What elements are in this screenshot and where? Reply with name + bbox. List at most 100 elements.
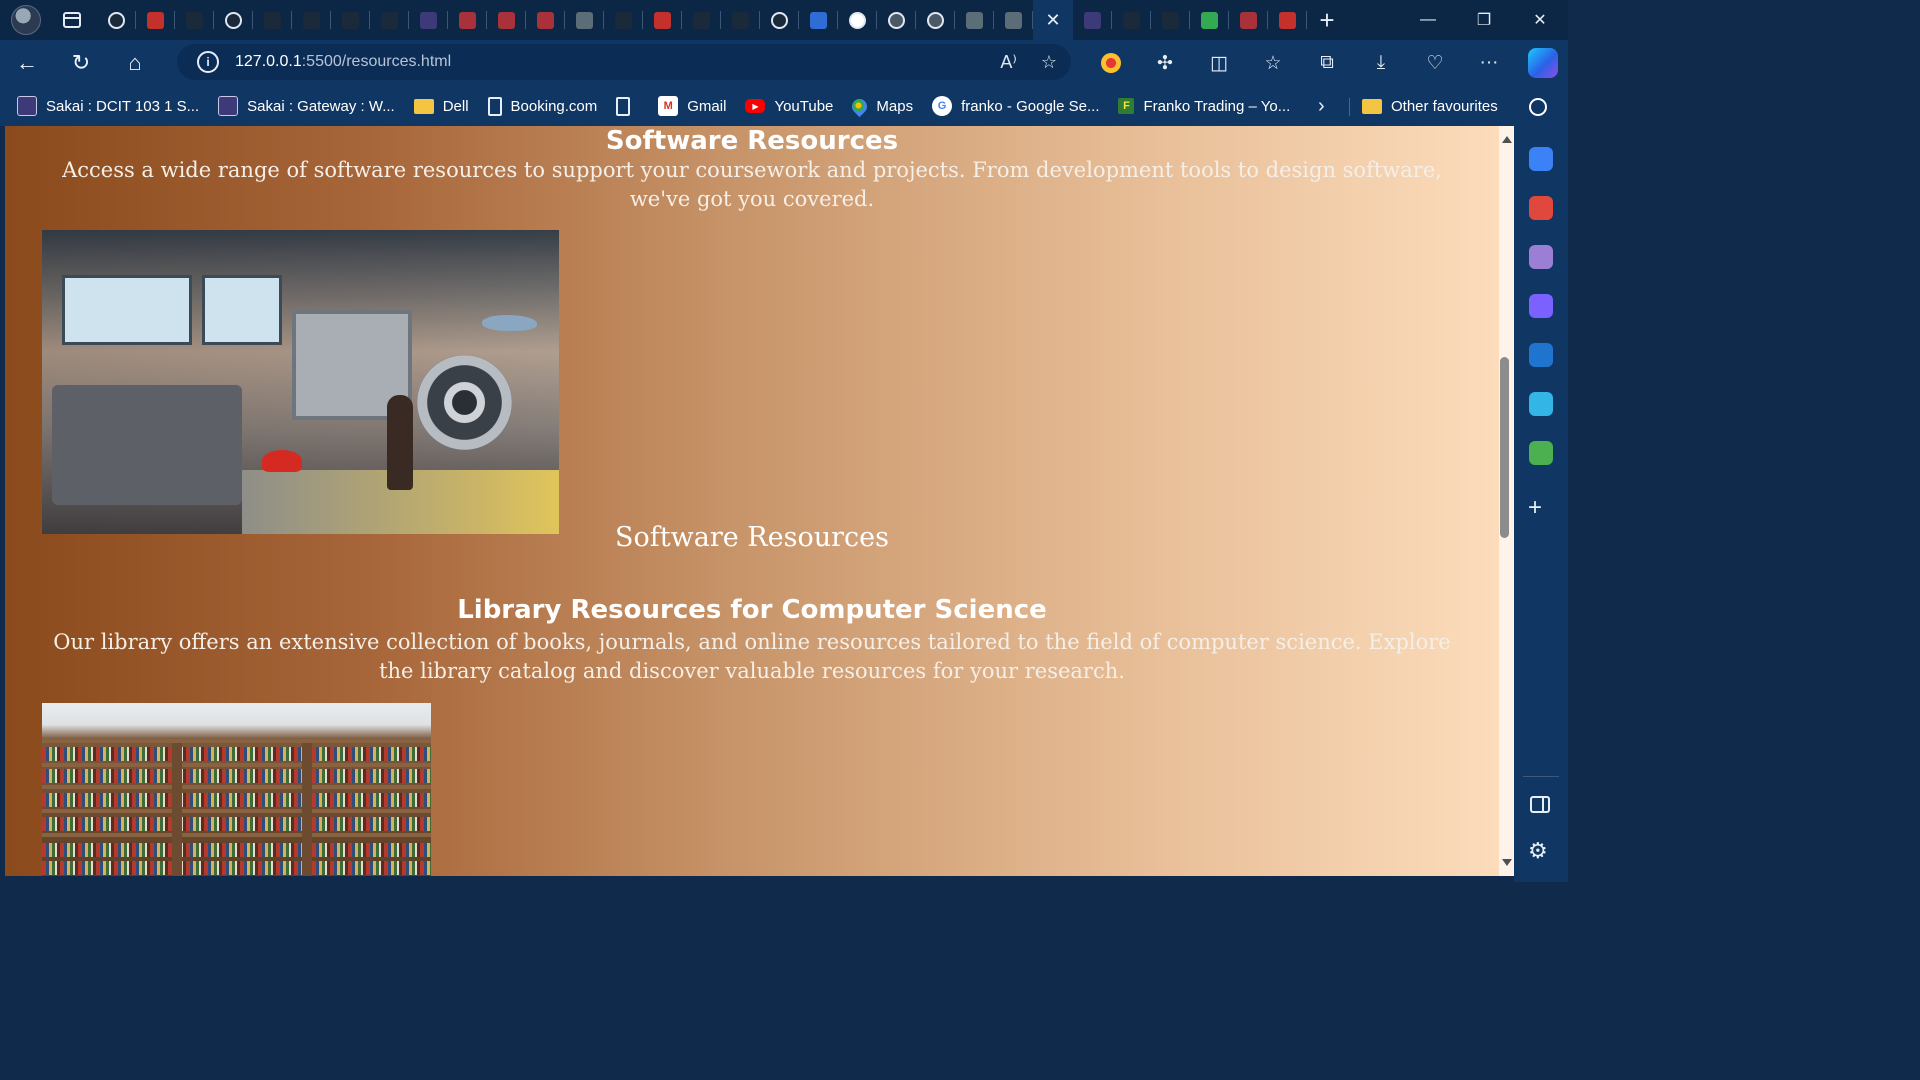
- browser-essentials-icon[interactable]: ♡: [1408, 40, 1462, 86]
- browser-tab[interactable]: [643, 0, 682, 40]
- favourite-link[interactable]: Gfranko - Google Se...: [932, 86, 1099, 126]
- browser-tab[interactable]: [214, 0, 253, 40]
- favourite-link[interactable]: Sakai : Gateway : W...: [218, 86, 395, 126]
- favourite-link[interactable]: Sakai : DCIT 103 1 S...: [17, 86, 199, 126]
- extension-icon[interactable]: [1084, 40, 1138, 86]
- collections-icon[interactable]: ⧉: [1300, 40, 1354, 86]
- address-bar[interactable]: i 127.0.0.1:5500/resources.html A⁾ ☆: [177, 44, 1071, 80]
- scroll-up-arrow-icon[interactable]: [1502, 136, 1512, 143]
- browser-tab[interactable]: [409, 0, 448, 40]
- search-icon: [1162, 11, 1179, 29]
- home-button[interactable]: ⌂: [108, 40, 162, 86]
- browser-tab[interactable]: [799, 0, 838, 40]
- copilot-icon[interactable]: [1529, 294, 1553, 318]
- toolbox-icon[interactable]: [1529, 196, 1553, 220]
- browser-tab[interactable]: [682, 0, 721, 40]
- sidebar-settings-icon[interactable]: ⚙: [1528, 838, 1548, 864]
- split-screen-icon[interactable]: ◫: [1192, 40, 1246, 86]
- restore-button[interactable]: ❐: [1456, 0, 1512, 40]
- browser-tab[interactable]: [1229, 0, 1268, 40]
- url-text[interactable]: 127.0.0.1:5500/resources.html: [235, 53, 451, 71]
- browser-tab[interactable]: [955, 0, 994, 40]
- add-sidebar-app-icon[interactable]: +: [1528, 496, 1542, 520]
- sakai-icon: [1084, 11, 1101, 29]
- browser-tab[interactable]: [253, 0, 292, 40]
- scroll-down-arrow-icon[interactable]: [1502, 859, 1512, 866]
- send-icon[interactable]: [1529, 392, 1553, 416]
- browser-tab[interactable]: [526, 0, 565, 40]
- page-scrollbar[interactable]: [1499, 126, 1514, 876]
- browser-tab[interactable]: [760, 0, 799, 40]
- browser-tab[interactable]: [331, 0, 370, 40]
- library-image: [42, 703, 431, 876]
- browser-tab[interactable]: [370, 0, 409, 40]
- site-info-icon[interactable]: i: [197, 51, 219, 73]
- library-column: [172, 743, 182, 876]
- shelf-band: [42, 785, 431, 789]
- browser-tab[interactable]: ✕: [1033, 0, 1073, 40]
- browser-tab[interactable]: [487, 0, 526, 40]
- favourite-link[interactable]: M Gmail: [658, 86, 726, 126]
- favourite-link[interactable]: Maps: [849, 86, 913, 126]
- lab-wheel: [417, 355, 512, 450]
- browser-tab[interactable]: [1151, 0, 1190, 40]
- browser-tab[interactable]: [1268, 0, 1307, 40]
- tree-icon[interactable]: [1529, 441, 1553, 465]
- sakai-icon: [17, 96, 37, 116]
- browser-tab[interactable]: [565, 0, 604, 40]
- youtube-icon: [147, 11, 164, 29]
- extensions-puzzle-icon[interactable]: ✣: [1138, 40, 1192, 86]
- other-favourites-folder[interactable]: Other favourites: [1362, 86, 1498, 126]
- games-icon[interactable]: [1529, 245, 1553, 269]
- browser-tab[interactable]: [292, 0, 331, 40]
- tab-actions-menu-button[interactable]: [55, 3, 89, 37]
- search-icon: [186, 11, 203, 29]
- lab-machine: [52, 385, 242, 505]
- copilot-icon[interactable]: [1528, 48, 1558, 78]
- close-window-button[interactable]: ✕: [1512, 0, 1568, 40]
- browser-tab[interactable]: [877, 0, 916, 40]
- outlook-icon[interactable]: [1529, 343, 1553, 367]
- hide-sidebar-icon[interactable]: [1530, 796, 1550, 813]
- refresh-button[interactable]: ↻: [54, 40, 108, 86]
- lab-window: [202, 275, 282, 345]
- profile-avatar[interactable]: [11, 5, 41, 35]
- read-aloud-icon[interactable]: A⁾: [1000, 52, 1016, 73]
- favourite-link[interactable]: Dell: [413, 86, 469, 126]
- github-icon: [849, 11, 866, 29]
- other-favourites-label: Other favourites: [1391, 97, 1498, 115]
- search-icon[interactable]: [1529, 98, 1547, 116]
- minimize-button[interactable]: —: [1400, 0, 1456, 40]
- favorite-star-icon[interactable]: ☆: [1041, 52, 1057, 73]
- downloads-icon[interactable]: ⤓: [1354, 40, 1408, 86]
- browser-tab[interactable]: [721, 0, 760, 40]
- close-icon[interactable]: ✕: [1045, 10, 1060, 31]
- settings-more-icon[interactable]: ···: [1462, 40, 1516, 86]
- browser-tab[interactable]: [994, 0, 1033, 40]
- browser-tab[interactable]: [136, 0, 175, 40]
- back-button[interactable]: ←: [0, 40, 54, 86]
- more-favourites-chevron-icon[interactable]: ›: [1318, 86, 1325, 126]
- youtube-icon: [1279, 11, 1296, 29]
- browser-tab[interactable]: [916, 0, 955, 40]
- browser-tab[interactable]: [448, 0, 487, 40]
- browser-tab[interactable]: [1073, 0, 1112, 40]
- new-tab-button[interactable]: +: [1307, 0, 1347, 40]
- shopping-tag-icon[interactable]: [1529, 147, 1553, 171]
- browser-tab[interactable]: [1190, 0, 1229, 40]
- favorites-icon[interactable]: ☆: [1246, 40, 1300, 86]
- browser-tab[interactable]: [838, 0, 877, 40]
- browser-tab[interactable]: [604, 0, 643, 40]
- browser-tab[interactable]: [175, 0, 214, 40]
- favourite-link[interactable]: [616, 86, 639, 126]
- scrollbar-thumb[interactable]: [1500, 357, 1509, 538]
- section-text-library: Our library offers an extensive collecti…: [53, 630, 1451, 683]
- browser-tab[interactable]: [97, 0, 136, 40]
- favourite-link[interactable]: Booking.com: [487, 86, 597, 126]
- browser-tab[interactable]: [1112, 0, 1151, 40]
- google-icon: G: [932, 96, 953, 116]
- favourite-link[interactable]: F Franko Trading – Yo...: [1118, 86, 1290, 126]
- window-controls: — ❐ ✕: [1400, 0, 1568, 40]
- favourite-label: Gmail: [687, 97, 727, 115]
- favourite-link[interactable]: ▶ YouTube: [745, 86, 833, 126]
